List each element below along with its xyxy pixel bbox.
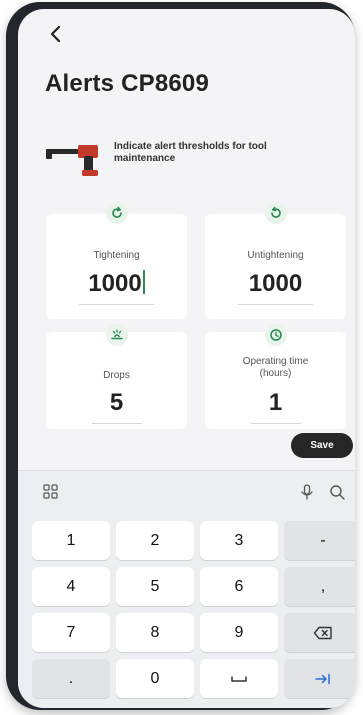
key-5[interactable]: 5 xyxy=(116,567,194,606)
rotate-ccw-icon xyxy=(265,202,287,224)
untightening-underline xyxy=(238,304,313,305)
key-comma[interactable]: , xyxy=(284,567,355,606)
drops-input[interactable]: 5 xyxy=(46,389,187,417)
key-space[interactable] xyxy=(200,659,278,698)
text-cursor xyxy=(142,270,145,294)
rotate-cw-icon xyxy=(106,202,128,224)
drops-card[interactable]: Drops 5 xyxy=(46,324,187,429)
phone-frame: Alerts CP8609 Indicate alert thresholds … xyxy=(6,2,355,710)
clock-icon xyxy=(265,324,287,346)
operating-time-input[interactable]: 1 xyxy=(205,389,346,417)
numeric-keyboard: 1 2 3 - 4 5 6 , 7 8 9 . 0 xyxy=(18,470,355,708)
back-arrow-icon[interactable] xyxy=(46,24,66,44)
key-4[interactable]: 4 xyxy=(32,567,110,606)
tightening-input[interactable]: 1000 xyxy=(46,270,187,298)
key-8[interactable]: 8 xyxy=(116,613,194,652)
key-7[interactable]: 7 xyxy=(32,613,110,652)
operating-time-label: Operating time (hours) xyxy=(242,356,309,379)
space-icon xyxy=(231,675,247,682)
tightening-underline xyxy=(79,304,154,305)
key-minus[interactable]: - xyxy=(284,521,355,560)
microphone-icon[interactable] xyxy=(298,483,316,501)
key-9[interactable]: 9 xyxy=(200,613,278,652)
operating-time-card[interactable]: Operating time (hours) 1 xyxy=(205,324,346,429)
key-period[interactable]: . xyxy=(32,659,110,698)
save-button[interactable]: Save xyxy=(291,433,353,458)
key-backspace[interactable] xyxy=(284,613,355,652)
key-1[interactable]: 1 xyxy=(32,521,110,560)
key-3[interactable]: 3 xyxy=(200,521,278,560)
search-icon[interactable] xyxy=(328,483,346,501)
app-bar xyxy=(18,9,355,67)
intro-text: Indicate alert thresholds for tool maint… xyxy=(114,141,267,164)
power-tool-image xyxy=(46,145,98,176)
app-screen: Alerts CP8609 Indicate alert thresholds … xyxy=(18,9,355,708)
operating-time-underline xyxy=(251,423,301,424)
backspace-icon xyxy=(313,626,332,639)
key-tab[interactable] xyxy=(284,659,355,698)
tightening-label: Tightening xyxy=(93,250,140,261)
key-6[interactable]: 6 xyxy=(200,567,278,606)
page-title: Alerts CP8609 xyxy=(45,70,210,97)
drops-underline xyxy=(92,423,142,424)
tab-next-icon xyxy=(315,673,330,684)
key-0[interactable]: 0 xyxy=(116,659,194,698)
untightening-input[interactable]: 1000 xyxy=(205,270,346,298)
drops-label: Drops xyxy=(103,370,130,381)
untightening-card[interactable]: Untightening 1000 xyxy=(205,202,346,319)
drop-impact-icon xyxy=(106,324,128,346)
untightening-label: Untightening xyxy=(247,250,304,261)
key-2[interactable]: 2 xyxy=(116,521,194,560)
grid-menu-icon[interactable] xyxy=(42,483,60,501)
tightening-card[interactable]: Tightening 1000 xyxy=(46,202,187,319)
